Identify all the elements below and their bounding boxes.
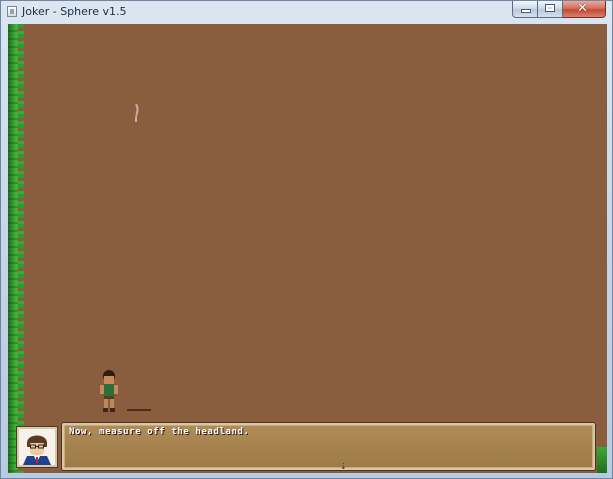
speaker-portrait [17,427,57,467]
feather-item [133,104,139,122]
player-character [98,370,120,412]
maximize-icon [546,5,554,11]
measuring-stick [127,409,151,411]
window-title: Joker - Sphere v1.5 [22,5,127,18]
avatar [19,429,55,465]
minimize-icon [522,10,530,12]
close-icon: ✕ [577,1,588,16]
game-viewport[interactable]: Now, measure off the headland. ⇣ [8,24,607,473]
dialogue-box[interactable]: Now, measure off the headland. ⇣ [62,423,595,471]
grass-edge [18,24,24,473]
maximize-button[interactable] [538,1,563,18]
window-controls: ✕ [512,1,606,19]
app-window: Joker - Sphere v1.5 ✕ Now, measure off t… [0,0,613,479]
dialogue-text: Now, measure off the headland. [69,427,250,437]
close-button[interactable]: ✕ [563,1,606,18]
minimize-button[interactable] [512,1,538,18]
app-window-icon[interactable] [7,6,17,17]
title-bar[interactable]: Joker - Sphere v1.5 ✕ [1,1,612,23]
grass-corner [597,447,607,473]
continue-arrow-icon[interactable]: ⇣ [340,462,347,471]
